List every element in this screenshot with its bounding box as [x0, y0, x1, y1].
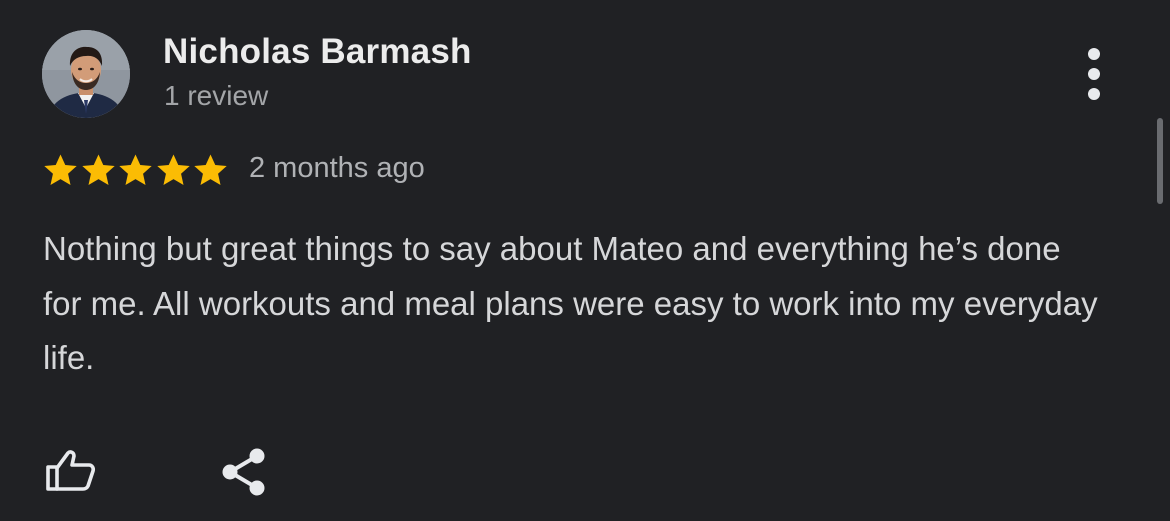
star-icon [81, 153, 115, 185]
more-vert-icon-dot [1088, 48, 1100, 60]
star-icon [194, 153, 227, 185]
more-vert-icon-dot [1088, 88, 1100, 100]
star-icon [119, 153, 152, 185]
review-text: Nothing but great things to say about Ma… [43, 230, 1098, 376]
star-icon [44, 153, 77, 185]
avatar[interactable] [42, 30, 130, 118]
share-icon [222, 448, 265, 496]
review-card: Nicholas Barmash 1 review 2 months ago N… [0, 0, 1170, 521]
share-button[interactable] [220, 446, 268, 498]
star-icon [156, 153, 190, 185]
review-count: 1 review [164, 80, 269, 111]
star-rating [42, 150, 230, 190]
reviewer-name[interactable]: Nicholas Barmash [163, 32, 472, 72]
review-date: 2 months ago [249, 152, 425, 184]
more-vert-icon-dot [1088, 68, 1100, 80]
stars [42, 152, 230, 189]
more-options-button[interactable] [1076, 48, 1112, 100]
thumbs-up-icon [46, 450, 96, 491]
avatar-photo-icon [42, 30, 130, 118]
scrollbar[interactable] [1157, 118, 1163, 204]
like-button[interactable] [44, 448, 98, 494]
